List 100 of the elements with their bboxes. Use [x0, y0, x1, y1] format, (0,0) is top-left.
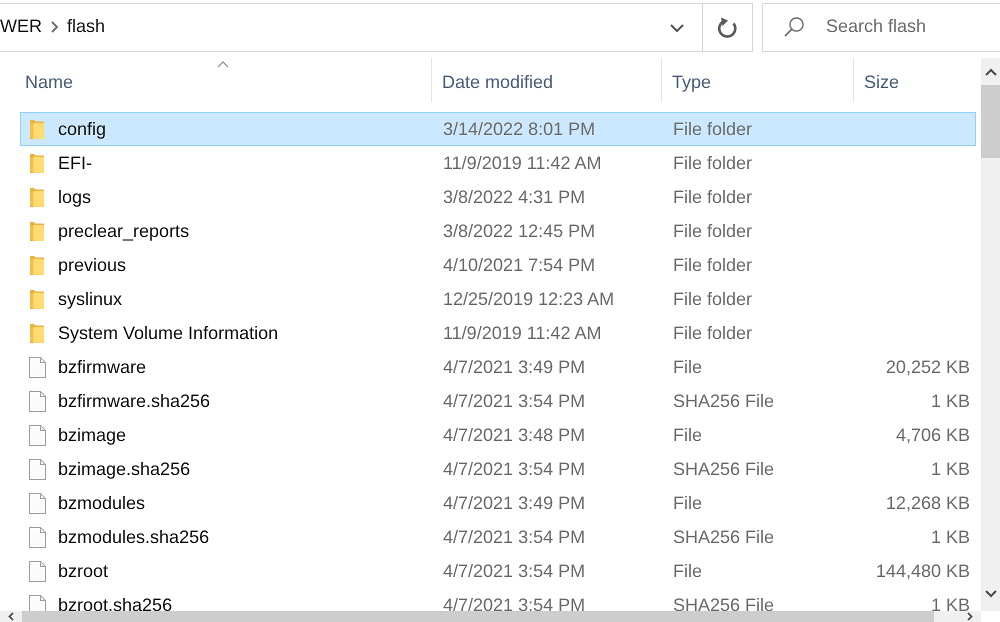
file-name: syslinux [58, 288, 122, 310]
type-text: File [673, 424, 702, 444]
file-icon [29, 424, 46, 446]
chevron-right-icon [51, 20, 58, 32]
file-name: logs [58, 186, 92, 208]
file-icon [29, 526, 46, 548]
file-icon [29, 390, 46, 412]
file-name: previous [58, 254, 126, 276]
file-row[interactable]: syslinux 12/25/2019 12:23 AM File folder [20, 282, 976, 316]
type-text: SHA256 File [673, 594, 774, 611]
folder-icon [30, 290, 44, 308]
address-bar[interactable]: WER flash [0, 3, 753, 52]
type-text: SHA256 File [673, 390, 774, 410]
file-row[interactable]: bzmodules.sha256 4/7/2021 3:54 PM SHA256 File 1 KB [20, 520, 976, 554]
file-row[interactable]: previous 4/10/2021 7:54 PM File folder [20, 248, 976, 282]
file-name: System Volume Information [58, 322, 278, 344]
chevron-up-icon[interactable] [984, 68, 996, 76]
size-text: 1 KB [930, 526, 970, 546]
file-name: bzmodules.sha256 [58, 526, 210, 548]
folder-icon [30, 120, 44, 138]
file-row[interactable]: System Volume Information 11/9/2019 11:42 AM File folder [20, 316, 976, 350]
column-header[interactable]: Type [672, 72, 712, 92]
file-name: config [58, 118, 106, 140]
type-text: File folder [673, 288, 752, 308]
file-row[interactable]: config 3/14/2022 8:01 PM File folder [20, 112, 976, 146]
column-header[interactable]: Date modified [442, 72, 554, 92]
date-modified-text: 4/7/2021 3:54 PM [443, 458, 586, 478]
folder-icon [30, 256, 44, 274]
file-row[interactable]: bzfirmware 4/7/2021 3:49 PM File 20,252 KB [20, 350, 976, 384]
file-row[interactable]: preclear_reports 3/8/2022 12:45 PM File folder [20, 214, 976, 248]
date-modified-text: 4/7/2021 3:49 PM [443, 356, 586, 376]
date-modified-text: 4/7/2021 3:54 PM [443, 526, 586, 546]
file-row[interactable]: bzimage 4/7/2021 3:48 PM File 4,706 KB [20, 418, 976, 452]
date-modified-text: 11/9/2019 11:42 AM [443, 152, 602, 172]
file-row[interactable]: bzroot 4/7/2021 3:54 PM File 144,480 KB [20, 554, 976, 588]
date-modified-text: 4/7/2021 3:54 PM [443, 560, 586, 580]
folder-icon [30, 154, 44, 172]
file-row[interactable]: logs 3/8/2022 4:31 PM File folder [20, 180, 976, 214]
scrollbar-thumb[interactable] [981, 85, 1000, 158]
type-text: SHA256 File [673, 458, 774, 478]
file-row[interactable]: bzimage.sha256 4/7/2021 3:54 PM SHA256 File 1 KB [20, 452, 976, 486]
size-text: 144,480 KB [876, 560, 970, 580]
file-name: bzmodules [58, 492, 146, 514]
file-icon [29, 356, 46, 378]
file-name: bzfirmware [58, 356, 146, 378]
file-name: bzimage [58, 424, 126, 446]
type-text: SHA256 File [673, 526, 774, 546]
chevron-down-icon [670, 24, 684, 32]
date-modified-text: 4/7/2021 3:54 PM [443, 594, 586, 611]
type-text: File folder [673, 152, 752, 172]
file-name: preclear_reports [58, 220, 190, 242]
breadcrumb-item[interactable]: WER [0, 16, 42, 37]
file-icon [29, 594, 46, 611]
file-icon [29, 492, 46, 514]
date-modified-text: 3/14/2022 8:01 PM [443, 118, 596, 138]
date-modified-text: 4/7/2021 3:54 PM [443, 390, 586, 410]
file-row[interactable]: bzfirmware.sha256 4/7/2021 3:54 PM SHA256 File 1 KB [20, 384, 976, 418]
date-modified-text: 3/8/2022 12:45 PM [443, 220, 596, 240]
file-row[interactable]: bzroot.sha256 4/7/2021 3:54 PM SHA256 File 1 KB [20, 588, 976, 611]
column-header[interactable]: Name [25, 72, 74, 92]
breadcrumb-item[interactable]: flash [67, 16, 106, 37]
type-text: File [673, 356, 702, 376]
folder-icon [30, 324, 44, 342]
type-text: File folder [673, 186, 752, 206]
file-name: bzfirmware.sha256 [58, 390, 210, 412]
type-text: File [673, 492, 702, 512]
date-modified-text: 11/9/2019 11:42 AM [443, 322, 602, 342]
file-name: bzroot [58, 560, 108, 582]
date-modified-text: 12/25/2019 12:23 AM [443, 288, 614, 308]
size-text: 1 KB [930, 458, 970, 478]
type-text: File folder [673, 322, 752, 342]
type-text: File folder [673, 254, 752, 274]
file-row[interactable]: EFI- 11/9/2019 11:42 AM File folder [20, 146, 976, 180]
date-modified-text: 3/8/2022 4:31 PM [443, 186, 586, 206]
file-icon [29, 458, 46, 480]
column-header[interactable]: Size [864, 72, 900, 92]
folder-icon [30, 222, 44, 240]
type-text: File folder [673, 118, 752, 138]
file-icon [29, 560, 46, 582]
chevron-left-icon[interactable] [8, 612, 14, 621]
file-name: EFI- [58, 152, 92, 174]
file-name: bzimage.sha256 [58, 458, 190, 480]
size-text: 4,706 KB [896, 424, 970, 444]
vertical-scrollbar[interactable] [981, 58, 1000, 611]
size-text: 1 KB [930, 390, 970, 410]
date-modified-text: 4/7/2021 3:48 PM [443, 424, 586, 444]
search-icon [784, 17, 804, 37]
type-text: File folder [673, 220, 752, 240]
size-text: 12,268 KB [886, 492, 970, 512]
chevron-right-icon[interactable] [967, 612, 973, 621]
date-modified-text: 4/7/2021 3:49 PM [443, 492, 586, 512]
chevron-down-icon[interactable] [984, 590, 996, 598]
folder-icon [30, 188, 44, 206]
type-text: File [673, 560, 702, 580]
date-modified-text: 4/10/2021 7:54 PM [443, 254, 596, 274]
size-text: 1 KB [930, 594, 970, 611]
size-text: 20,252 KB [886, 356, 970, 376]
refresh-icon [718, 16, 738, 38]
file-row[interactable]: bzmodules 4/7/2021 3:49 PM File 12,268 KB [20, 486, 976, 520]
search-field[interactable]: Search flash [762, 3, 1000, 52]
